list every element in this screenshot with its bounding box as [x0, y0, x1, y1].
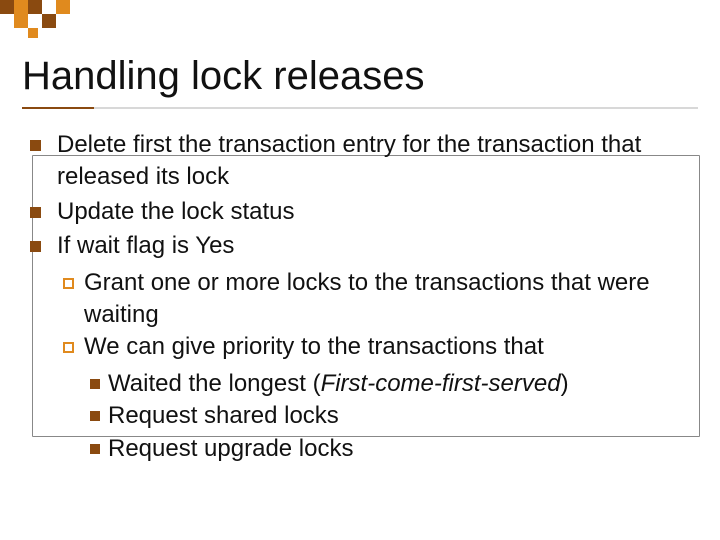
bullet-list: Delete first the transaction entry for t… [22, 129, 698, 465]
list-item: Update the lock status [22, 196, 698, 228]
hollow-square-bullet-icon [63, 278, 74, 289]
bullet-text: Request upgrade locks [108, 433, 353, 465]
square-bullet-icon [30, 140, 41, 151]
square-bullet-icon [30, 241, 41, 252]
text-part: Waited the longest ( [108, 370, 321, 397]
bullet-text: Delete first the transaction entry for t… [57, 129, 698, 194]
bullet-text: Grant one or more locks to the transacti… [84, 267, 698, 332]
bullet-text: If wait flag is Yes Grant one or more lo… [57, 230, 698, 465]
list-item: If wait flag is Yes Grant one or more lo… [22, 230, 698, 465]
sub-sub-list: Waited the longest (First-come-first-ser… [84, 368, 569, 465]
list-item: Waited the longest (First-come-first-ser… [84, 368, 569, 400]
bullet-text-line: We can give priority to the transactions… [84, 333, 544, 360]
corner-decoration [0, 0, 140, 44]
list-item: We can give priority to the transactions… [57, 331, 698, 465]
bullet-text: Update the lock status [57, 196, 698, 228]
text-italic: First-come-first-served [321, 370, 561, 397]
sub-list: Grant one or more locks to the transacti… [57, 267, 698, 465]
small-square-bullet-icon [90, 444, 100, 454]
square-bullet-icon [30, 207, 41, 218]
list-item: Request shared locks [84, 400, 569, 432]
text-part: ) [561, 370, 569, 397]
small-square-bullet-icon [90, 411, 100, 421]
bullet-text: Waited the longest (First-come-first-ser… [108, 368, 569, 400]
hollow-square-bullet-icon [63, 342, 74, 353]
list-item: Delete first the transaction entry for t… [22, 129, 698, 194]
list-item: Grant one or more locks to the transacti… [57, 267, 698, 332]
small-square-bullet-icon [90, 379, 100, 389]
bullet-text-line: If wait flag is Yes [57, 232, 234, 259]
slide-title: Handling lock releases [22, 54, 698, 99]
bullet-text: Request shared locks [108, 400, 339, 432]
bullet-text: We can give priority to the transactions… [84, 331, 569, 465]
list-item: Request upgrade locks [84, 433, 569, 465]
